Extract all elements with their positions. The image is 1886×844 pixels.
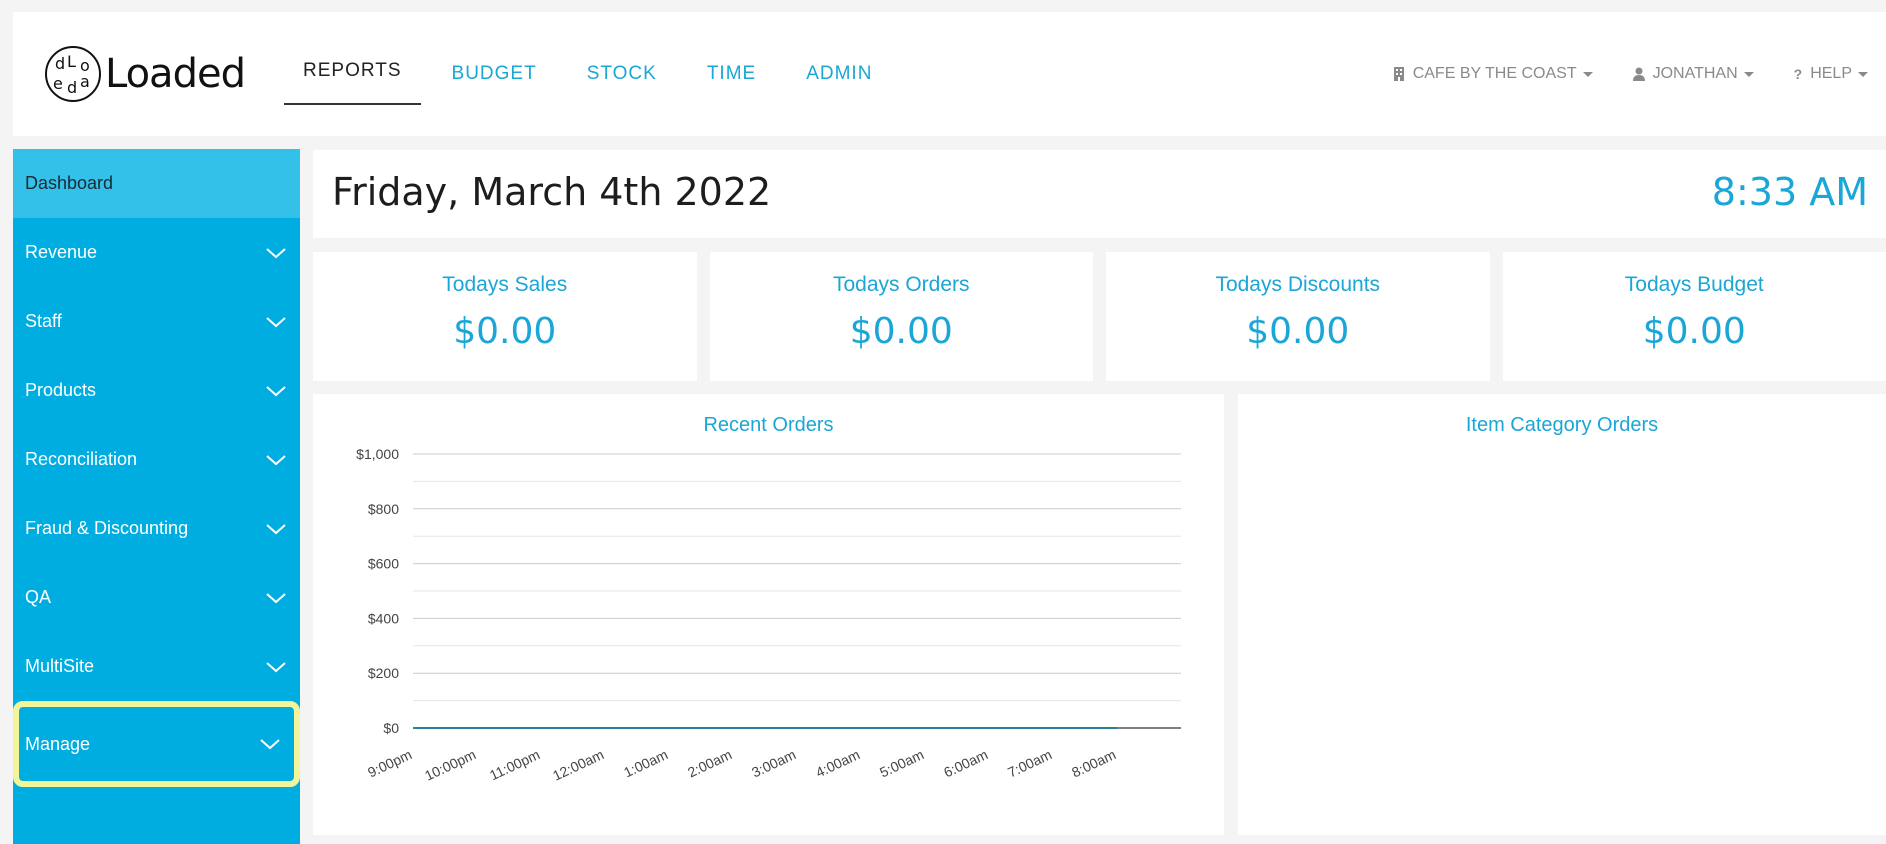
stat-value: $0.00 bbox=[1642, 311, 1746, 352]
stat-todays-budget: Todays Budget $0.00 bbox=[1502, 252, 1886, 381]
chevron-down-icon bbox=[266, 592, 286, 603]
stat-value: $0.00 bbox=[453, 311, 557, 352]
chevron-down-icon bbox=[266, 454, 286, 465]
sidebar-item-dashboard[interactable]: Dashboard bbox=[13, 149, 300, 218]
help-dropdown[interactable]: ? HELP bbox=[1794, 65, 1868, 83]
item-category-panel: Item Category Orders bbox=[1238, 394, 1886, 835]
x-tick-label: 5:00am bbox=[877, 746, 926, 780]
user-icon bbox=[1632, 67, 1645, 81]
y-tick-label: $1,000 bbox=[356, 446, 399, 462]
building-icon bbox=[1393, 67, 1404, 81]
sidebar-item-revenue[interactable]: Revenue bbox=[13, 218, 300, 287]
current-time: 8:33 AM bbox=[1711, 170, 1868, 214]
stat-label: Todays Sales bbox=[442, 273, 568, 296]
x-tick-label: 8:00am bbox=[1069, 746, 1118, 780]
caret-down-icon bbox=[1582, 71, 1593, 77]
current-date: Friday, March 4th 2022 bbox=[332, 170, 772, 214]
question-icon: ? bbox=[1793, 66, 1803, 82]
stat-label: Todays Orders bbox=[832, 273, 970, 296]
x-tick-label: 7:00am bbox=[1005, 746, 1054, 780]
sidebar-item-manage[interactable]: Manage bbox=[13, 701, 300, 787]
nav-admin[interactable]: ADMIN bbox=[787, 12, 891, 136]
sidebar-item-label: Dashboard bbox=[25, 173, 114, 193]
user-dropdown[interactable]: JONATHAN bbox=[1632, 65, 1754, 83]
stat-todays-sales: Todays Sales $0.00 bbox=[313, 252, 697, 381]
sidebar-item-reconciliation[interactable]: Reconciliation bbox=[13, 425, 300, 494]
sidebar-item-label: Products bbox=[25, 380, 97, 400]
stat-label: Todays Discounts bbox=[1215, 273, 1381, 296]
caret-down-icon bbox=[1858, 71, 1868, 77]
x-tick-label: 2:00am bbox=[685, 746, 734, 780]
nav-reports[interactable]: REPORTS bbox=[284, 12, 421, 105]
sidebar-item-label: Manage bbox=[25, 733, 91, 754]
sidebar-item-label: Staff bbox=[25, 311, 62, 331]
sidebar-item-qa[interactable]: QA bbox=[13, 563, 300, 632]
recent-orders-panel: Recent Orders $0 $200 $400 $600 $800 $1,000 9:… bbox=[313, 394, 1224, 835]
venue-label: CAFE BY THE COAST bbox=[1412, 65, 1577, 82]
nav-budget[interactable]: BUDGET bbox=[433, 12, 556, 136]
recent-orders-chart: $0 $200 $400 $600 $800 $1,000 9:00pm 10:00pm 11:… bbox=[356, 446, 1181, 784]
main-nav: REPORTS BUDGET STOCK TIME ADMIN bbox=[284, 12, 903, 136]
brand-logo[interactable]: d L o e d a Loaded bbox=[45, 46, 246, 102]
chevron-down-icon bbox=[266, 247, 286, 258]
date-bar: Friday, March 4th 2022 8:33 AM bbox=[313, 150, 1886, 238]
sidebar-item-products[interactable]: Products bbox=[13, 356, 300, 425]
x-tick-label: 4:00am bbox=[813, 746, 862, 780]
sidebar-item-label: Reconciliation bbox=[25, 449, 138, 469]
x-tick-label: 11:00pm bbox=[487, 746, 542, 783]
top-header: d L o e d a Loaded REPORTS BUDGET STOCK … bbox=[13, 12, 1886, 136]
panel-title: Recent Orders bbox=[703, 414, 834, 436]
venue-dropdown[interactable]: CAFE BY THE COAST bbox=[1393, 65, 1593, 83]
stat-todays-discounts: Todays Discounts $0.00 bbox=[1106, 252, 1490, 381]
chevron-down-icon bbox=[260, 739, 280, 750]
sidebar-item-fraud-discounting[interactable]: Fraud & Discounting bbox=[13, 494, 300, 563]
header-right-menu: CAFE BY THE COAST JONATHAN ? HELP bbox=[1353, 12, 1868, 136]
stat-todays-orders: Todays Orders $0.00 bbox=[709, 252, 1093, 381]
logo-mark-icon: d L o e d a bbox=[45, 46, 101, 102]
sidebar-item-label: Revenue bbox=[25, 242, 98, 262]
x-tick-label: 6:00am bbox=[941, 746, 990, 780]
stats-row: Todays Sales $0.00 Todays Orders $0.00 T… bbox=[313, 252, 1886, 381]
user-label: JONATHAN bbox=[1652, 65, 1738, 82]
chevron-down-icon bbox=[266, 385, 286, 396]
sidebar: Dashboard Revenue Staff Products Reconci… bbox=[13, 149, 300, 844]
nav-time[interactable]: TIME bbox=[688, 12, 775, 136]
chevron-down-icon bbox=[266, 661, 286, 672]
x-tick-label: 10:00pm bbox=[422, 746, 478, 784]
sidebar-item-label: Fraud & Discounting bbox=[25, 518, 189, 538]
help-label: HELP bbox=[1810, 65, 1852, 82]
panel-title: Item Category Orders bbox=[1465, 414, 1659, 436]
y-tick-label: $800 bbox=[368, 501, 399, 517]
chevron-down-icon bbox=[266, 316, 286, 327]
stat-value: $0.00 bbox=[849, 311, 953, 352]
y-tick-label: $600 bbox=[368, 556, 399, 572]
chevron-down-icon bbox=[266, 523, 286, 534]
caret-down-icon bbox=[1743, 71, 1754, 77]
sidebar-item-multisite[interactable]: MultiSite bbox=[13, 632, 300, 701]
x-tick-label: 3:00am bbox=[749, 746, 798, 780]
sidebar-item-staff[interactable]: Staff bbox=[13, 287, 300, 356]
sidebar-item-label: MultiSite bbox=[25, 656, 95, 676]
nav-stock[interactable]: STOCK bbox=[568, 12, 676, 136]
sidebar-item-label: QA bbox=[25, 587, 52, 607]
y-tick-label: $0 bbox=[383, 720, 399, 736]
logo-text: Loaded bbox=[105, 51, 246, 97]
x-tick-label: 12:00am bbox=[550, 746, 606, 784]
y-tick-label: $400 bbox=[368, 610, 399, 626]
x-tick-label: 1:00am bbox=[621, 746, 670, 780]
stat-value: $0.00 bbox=[1246, 311, 1350, 352]
x-tick-label: 9:00pm bbox=[365, 746, 414, 780]
stat-label: Todays Budget bbox=[1624, 273, 1764, 296]
y-tick-label: $200 bbox=[368, 665, 399, 681]
